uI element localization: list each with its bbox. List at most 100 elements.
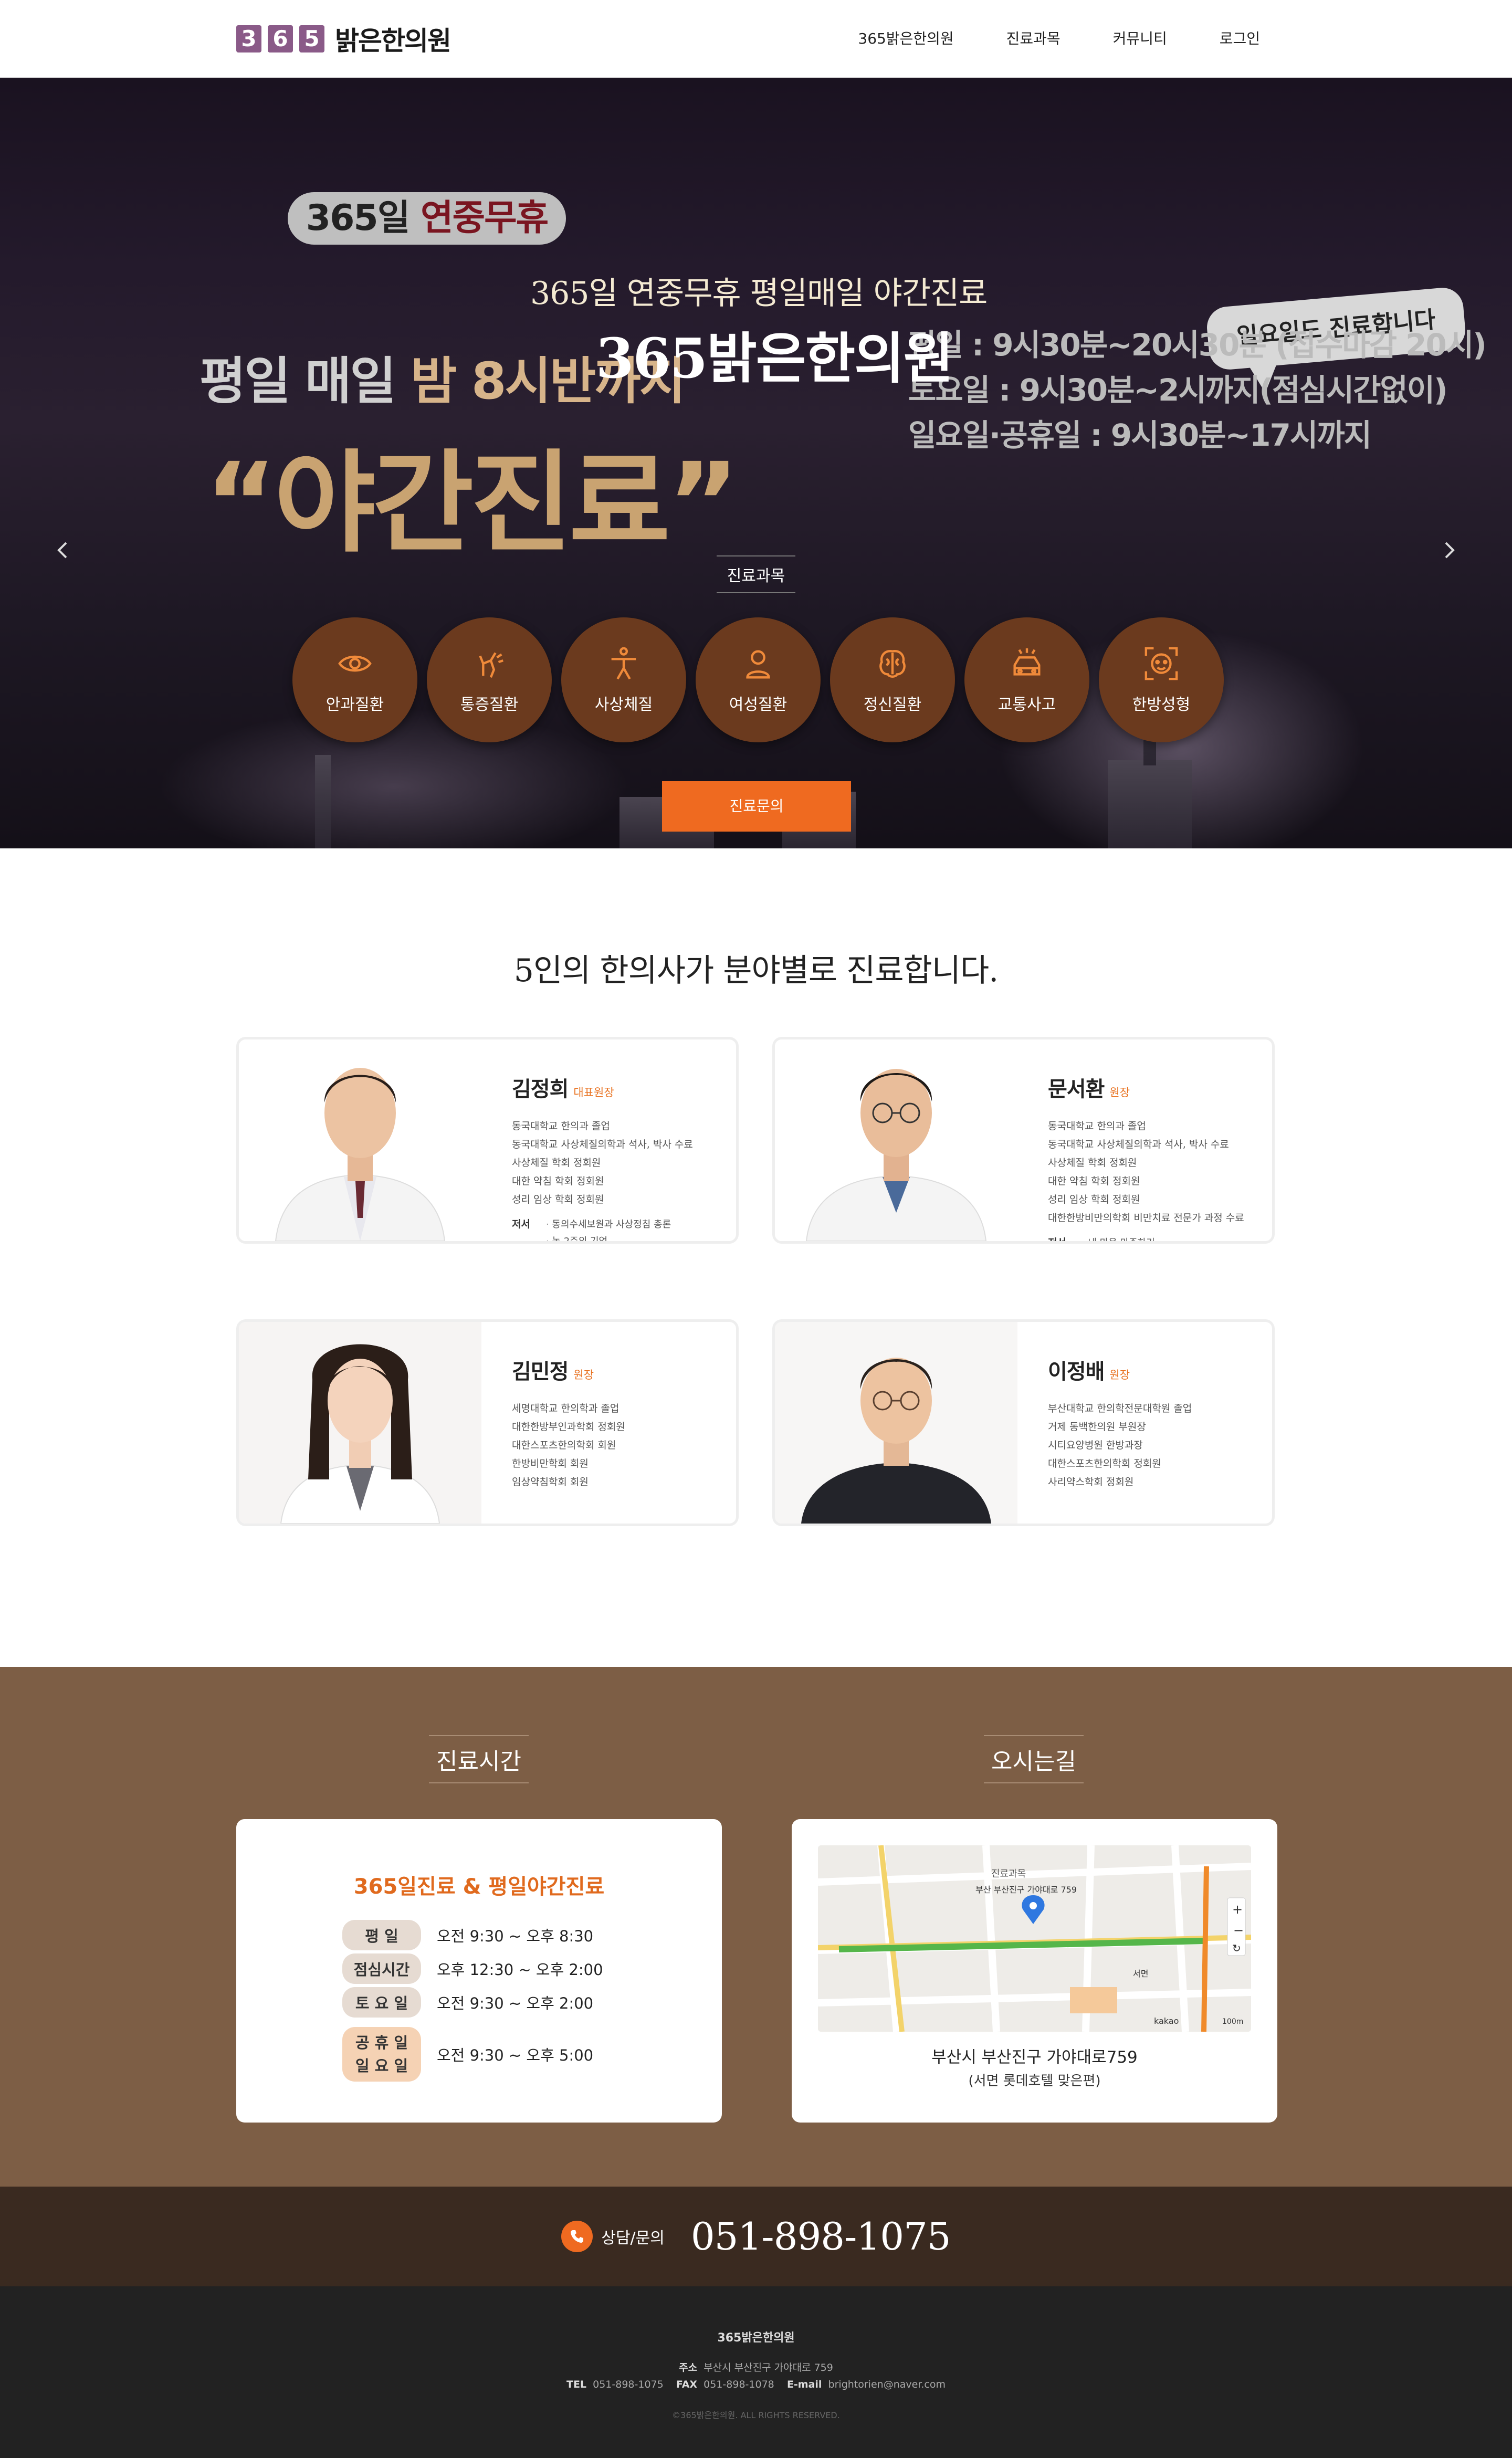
credential-item: 대한 약침 학회 정회원	[1048, 1175, 1140, 1187]
slider-next-icon[interactable]	[1438, 540, 1460, 561]
nav-item-departments[interactable]: 진료과목	[1006, 27, 1060, 48]
map[interactable]: 진료과목 부산 부산진구 가야대로 759 서면 kakao 100m + − …	[818, 1845, 1251, 2032]
contact-label: 상담/문의	[601, 2229, 665, 2247]
doctor-info: 김정희 대표원장 동국대학교 한의과 졸업 동국대학교 사상체질의학과 석사, 박…	[512, 1072, 726, 1241]
hours-title: 365일진료 & 평일야간진료	[353, 1875, 605, 1899]
credential-item: 대한스포츠한의학회 정회원	[1048, 1458, 1161, 1469]
pain-icon	[479, 652, 503, 678]
department-women[interactable]: 여성질환	[696, 617, 821, 742]
credential-item: 사상체질 학회 정회원	[1048, 1157, 1137, 1169]
hours-value: 오전 9:30 ~ 오후 5:00	[437, 2046, 594, 2064]
footer-email-value[interactable]: brightorien@naver.com	[828, 2379, 946, 2390]
map-address: 부산시 부산진구 가야대로759	[931, 2048, 1138, 2067]
nav-item-login[interactable]: 로그인	[1220, 27, 1260, 48]
doctor-portrait	[239, 1039, 481, 1241]
hero-badge-accent: 연중무휴	[420, 197, 549, 239]
doctor-books: 저서 동의수세보원과 사상정침 총론 논 2주의 기억	[512, 1216, 726, 1241]
department-accident[interactable]: 교통사고	[964, 617, 1089, 742]
car-icon	[1013, 648, 1041, 676]
face-icon	[1144, 647, 1178, 680]
credential-item: 부산대학교 한의학전문대학원 졸업	[1048, 1403, 1192, 1414]
map-label: 진료과목	[991, 1868, 1026, 1879]
logo-digit: 3	[236, 25, 261, 52]
footer-tel-value: 051-898-1075	[593, 2379, 664, 2390]
footer-tel-label: TEL	[566, 2379, 587, 2390]
logo-digit: 5	[299, 25, 324, 52]
department-label: 한방성형	[1132, 696, 1191, 714]
hours-row: 공 휴 일 일 요 일 오전 9:30 ~ 오후 5:00	[342, 2027, 593, 2082]
department-eye[interactable]: 안과질환	[292, 617, 417, 742]
map-card: 진료과목 부산 부산진구 가야대로 759 서면 kakao 100m + − …	[792, 1819, 1277, 2123]
credential-item: 성리 임상 학회 정회원	[1048, 1194, 1140, 1205]
doctor-card[interactable]: 문서환 원장 동국대학교 한의과 졸업 동국대학교 사상체질의학과 석사, 박사 …	[772, 1037, 1275, 1244]
credential-item: 동국대학교 사상체질의학과 석사, 박사 수료	[1048, 1139, 1229, 1150]
department-label: 사상체질	[594, 696, 653, 714]
department-label: 정신질환	[863, 696, 922, 714]
footer-addr-label: 주소	[679, 2362, 698, 2373]
hours-value: 오후 12:30 ~ 오후 2:00	[437, 1961, 603, 1979]
hero-subtitle: 365일 연중무휴 평일매일 야간진료	[530, 275, 988, 312]
phone-icon[interactable]	[561, 2221, 593, 2252]
hours-label: 평 일	[342, 1920, 421, 1950]
doctor-portrait	[775, 1039, 1017, 1241]
footer: 365밝은한의원 주소 부산시 부산진구 가야대로 759 TEL 051-89…	[0, 2286, 1512, 2458]
doctor-card[interactable]: 김민정 원장 세명대학교 한의학과 졸업 대한한방부인과학회 정회원 대한스포츠한…	[236, 1319, 739, 1526]
book-item: 논 2주의 기억	[546, 1233, 671, 1241]
department-label: 교통사고	[998, 696, 1056, 714]
hero-hours-line: 토요일 : 9시30분~2시까지(점심시간없이)	[908, 372, 1448, 408]
department-aesthetic[interactable]: 한방성형	[1099, 617, 1224, 742]
department-label: 통증질환	[460, 696, 519, 714]
hero-building	[315, 755, 331, 848]
footer-fax-label: FAX	[676, 2379, 698, 2390]
hours-label: 토 요 일	[342, 1987, 421, 2018]
doctor-photo	[239, 1039, 481, 1241]
department-pain[interactable]: 통증질환	[427, 617, 552, 742]
doctor-role: 원장	[1109, 1369, 1130, 1381]
doctor-card[interactable]: 이정배 원장 부산대학교 한의학전문대학원 졸업 거제 동백한의원 부원장 시티요…	[772, 1319, 1275, 1526]
hero-hours-line: 일요일·공휴일 : 9시30분~17시까지	[908, 417, 1372, 453]
department-caption: 진료과목	[717, 555, 795, 593]
credential-item: 한방비만학회 회원	[512, 1458, 589, 1469]
person-icon	[611, 647, 636, 680]
header: 3 6 5 밝은한의원 365밝은한의원 진료과목 커뮤니티 로그인	[0, 0, 1512, 78]
hero-title: 365밝은한의원	[596, 326, 953, 391]
hours-heading: 진료시간	[429, 1735, 529, 1783]
department-label: 안과질환	[326, 696, 384, 714]
department-list: 안과질환 통증질환 사상체질 여성질환 정신질환 교통사고 한방성형	[292, 617, 1224, 742]
slider-prev-icon[interactable]	[52, 540, 74, 561]
doctor-credentials: 동국대학교 한의과 졸업 동국대학교 사상체질의학과 석사, 박사 수료 사상체…	[1048, 1117, 1262, 1227]
doctor-photo	[239, 1322, 481, 1524]
book-item: 내 마음 마주하기	[1082, 1235, 1154, 1241]
map-label: 부산 부산진구 가야대로 759	[975, 1885, 1077, 1895]
doctor-role: 원장	[573, 1369, 594, 1381]
doctor-role: 대표원장	[573, 1086, 614, 1099]
doctor-info: 문서환 원장 동국대학교 한의과 졸업 동국대학교 사상체질의학과 석사, 박사 …	[1048, 1072, 1262, 1241]
department-constitution[interactable]: 사상체질	[561, 617, 686, 742]
credential-item: 세명대학교 한의학과 졸업	[512, 1403, 620, 1414]
book-item: 동의수세보원과 사상정침 총론	[546, 1216, 671, 1233]
doctor-info: 이정배 원장 부산대학교 한의학전문대학원 졸업 거제 동백한의원 부원장 시티요…	[1048, 1354, 1262, 1491]
svg-text:↻: ↻	[1232, 1942, 1241, 1955]
doctor-portrait	[775, 1322, 1017, 1524]
doctor-name: 문서환	[1048, 1077, 1105, 1101]
contact-phone[interactable]: 051-898-1075	[691, 2214, 951, 2259]
nav-item-clinic[interactable]: 365밝은한의원	[858, 27, 953, 48]
svg-text:−: −	[1233, 1923, 1244, 1938]
map-address-note: (서면 롯데호텔 맞은편)	[968, 2073, 1101, 2089]
doctor-card[interactable]: 김정희 대표원장 동국대학교 한의과 졸업 동국대학교 사상체질의학과 석사, 박…	[236, 1037, 739, 1244]
logo[interactable]: 3 6 5 밝은한의원	[236, 22, 452, 56]
doctor-name: 이정배	[1048, 1360, 1105, 1384]
doctor-photo	[775, 1039, 1017, 1241]
footer-name: 365밝은한의원	[717, 2331, 795, 2345]
credential-item: 대한한방비만의학회 비만치료 전문가 과정 수료	[1048, 1212, 1244, 1224]
footer-email-label: E-mail	[786, 2379, 822, 2390]
doctor-photo	[775, 1322, 1017, 1524]
department-mental[interactable]: 정신질환	[830, 617, 955, 742]
inquiry-button[interactable]: 진료문의	[662, 781, 851, 832]
books-label: 저서	[512, 1219, 530, 1230]
hours-label: 공 휴 일 일 요 일	[342, 2027, 421, 2082]
credential-item: 대한스포츠한의학회 회원	[512, 1440, 616, 1451]
credential-item: 성리 임상 학회 정회원	[512, 1194, 604, 1205]
woman-icon	[746, 650, 770, 679]
nav-item-community[interactable]: 커뮤니티	[1113, 27, 1167, 48]
